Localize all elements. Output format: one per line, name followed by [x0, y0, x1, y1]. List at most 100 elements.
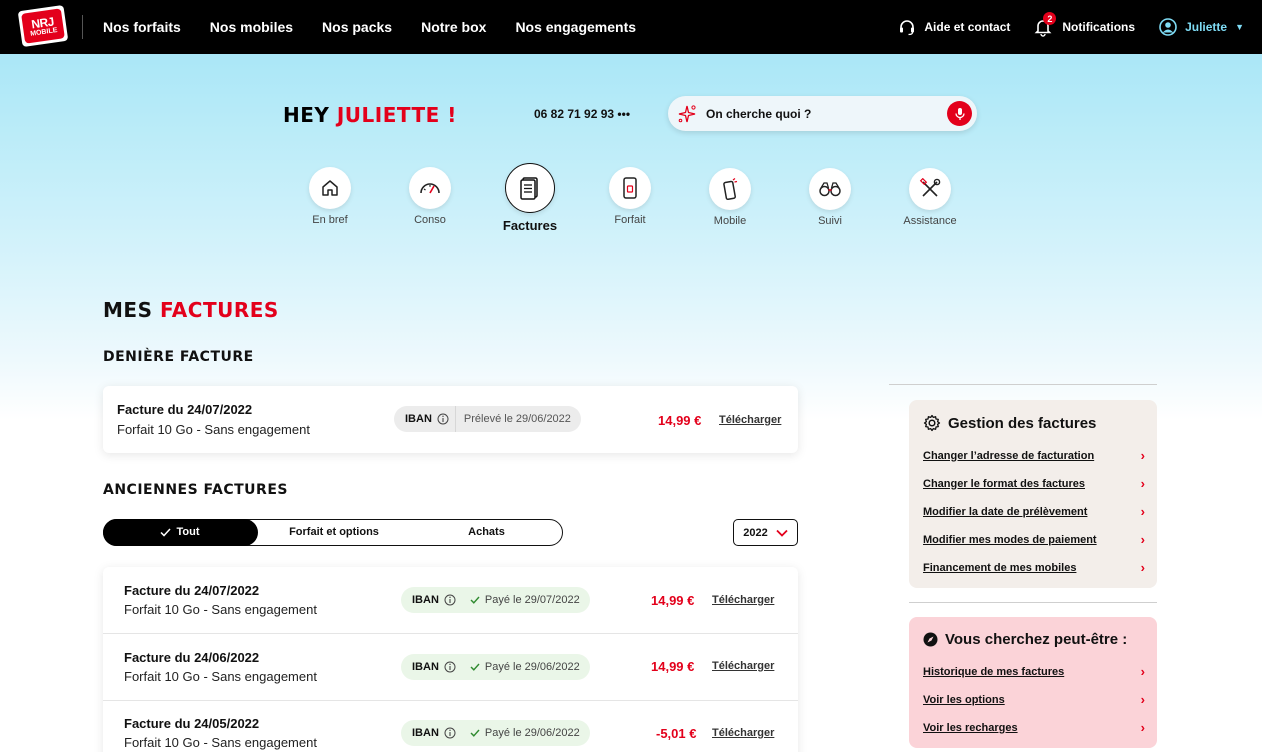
invoice-subtitle: Forfait 10 Go - Sans engagement — [124, 735, 317, 750]
nav-link-packs[interactable]: Nos packs — [322, 19, 392, 35]
gauge-icon — [420, 183, 440, 194]
phone-number: 06 82 71 92 93 — [534, 107, 615, 121]
payment-method: IBAN — [412, 594, 439, 606]
mobile-icon — [723, 178, 738, 200]
search-input[interactable]: On cherche quoi ? — [706, 107, 811, 121]
main-nav-links: Nos forfaits Nos mobiles Nos packs Notre… — [103, 0, 636, 54]
notifications-button[interactable]: 2 Notifications — [1034, 12, 1135, 37]
nav-link-mobiles[interactable]: Nos mobiles — [210, 19, 293, 35]
microphone-icon — [954, 107, 965, 120]
link-mobile-financing[interactable]: Financement de mes mobiles › — [923, 560, 1145, 575]
download-link[interactable]: Télécharger — [712, 727, 774, 739]
row-divider — [103, 700, 798, 701]
filter-forfait-options[interactable]: Forfait et options — [259, 519, 409, 546]
payment-status: Payé le 29/07/2022 — [484, 594, 580, 606]
link-payment-methods[interactable]: Modifier mes modes de paiement › — [923, 532, 1145, 547]
link-change-debit-date[interactable]: Modifier la date de prélèvement › — [923, 504, 1145, 519]
check-icon — [470, 596, 480, 604]
tab-label: Mobile — [713, 215, 747, 227]
search-bar[interactable]: On cherche quoi ? — [668, 96, 977, 131]
link-invoice-history[interactable]: Historique de mes factures › — [923, 664, 1145, 679]
side-divider — [909, 602, 1157, 603]
tab-factures[interactable]: Factures — [490, 163, 570, 233]
invoice-title: Facture du 24/07/2022 — [124, 583, 260, 598]
check-icon — [160, 527, 172, 537]
nav-right: Aide et contact 2 Notifications Juliette… — [898, 0, 1244, 54]
tab-conso[interactable]: Conso — [390, 167, 470, 226]
tab-assistance[interactable]: Assistance — [890, 168, 970, 227]
invoice-amount: 14,99 € — [651, 593, 695, 608]
nav-link-forfaits[interactable]: Nos forfaits — [103, 19, 181, 35]
payment-status-pill: IBAN Payé le 29/07/2022 — [401, 587, 590, 613]
invoice-management-panel: Gestion des factures Changer l’adresse d… — [909, 400, 1157, 588]
help-contact-link[interactable]: Aide et contact — [898, 18, 1010, 36]
tab-label: Factures — [502, 218, 558, 233]
nav-divider — [82, 15, 83, 39]
invoice-title: Facture du 24/05/2022 — [124, 716, 260, 731]
compass-icon — [923, 632, 938, 647]
caret-down-icon: ▼ — [1235, 22, 1244, 32]
info-icon[interactable] — [444, 727, 456, 739]
tab-label: En bref — [312, 214, 348, 226]
tab-label: Forfait — [614, 214, 646, 226]
payment-status-pill: IBAN Prélevé le 29/06/2022 — [394, 406, 581, 432]
panel-title: Gestion des factures — [923, 414, 1096, 432]
chevron-right-icon: › — [1140, 448, 1145, 463]
old-invoices-title: ANCIENNES FACTURES — [103, 482, 288, 498]
payment-status: Payé le 29/06/2022 — [484, 727, 580, 739]
row-divider — [103, 633, 798, 634]
chevron-right-icon: › — [1140, 532, 1145, 547]
invoice-filter-toggle: Tout Forfait et options Achats — [102, 518, 564, 546]
invoice-amount: 14,99 € — [651, 659, 695, 674]
side-divider — [889, 384, 1157, 385]
tab-forfait[interactable]: Forfait — [590, 167, 670, 226]
invoice-title: Facture du 24/07/2022 — [117, 402, 253, 417]
nav-link-box[interactable]: Notre box — [421, 19, 486, 35]
info-icon[interactable] — [444, 594, 456, 606]
panel-title: Vous cherchez peut-être : — [923, 631, 1127, 648]
tab-label: Assistance — [903, 215, 957, 227]
link-view-recharges[interactable]: Voir les recharges › — [923, 720, 1145, 735]
info-icon[interactable] — [444, 661, 456, 673]
link-change-invoice-format[interactable]: Changer le format des factures › — [923, 476, 1145, 491]
top-nav: NRJ MOBILE Nos forfaits Nos mobiles Nos … — [0, 0, 1262, 54]
user-name: Juliette — [1185, 20, 1228, 34]
download-link[interactable]: Télécharger — [712, 660, 774, 672]
phone-line-selector[interactable]: 06 82 71 92 93 ••• — [534, 107, 630, 121]
payment-status: Payé le 29/06/2022 — [484, 661, 580, 673]
info-icon[interactable] — [437, 413, 449, 425]
greeting-name: JULIETTE ! — [336, 103, 457, 127]
payment-method: IBAN — [412, 661, 439, 673]
filter-all[interactable]: Tout — [102, 518, 258, 546]
link-change-billing-address[interactable]: Changer l’adresse de facturation › — [923, 448, 1145, 463]
tab-en-bref[interactable]: En bref — [290, 167, 370, 226]
check-icon — [470, 729, 480, 737]
help-contact-label: Aide et contact — [924, 20, 1011, 34]
user-menu[interactable]: Juliette ▼ — [1159, 18, 1244, 36]
voice-search-button[interactable] — [947, 101, 972, 126]
chevron-right-icon: › — [1140, 692, 1145, 707]
year-select[interactable]: 2022 — [733, 519, 798, 546]
user-avatar-icon — [1159, 18, 1177, 36]
old-invoices-list: Facture du 24/07/2022 Forfait 10 Go - Sa… — [103, 567, 798, 752]
invoice-amount: -5,01 € — [656, 726, 697, 741]
chevron-right-icon: › — [1140, 664, 1145, 679]
gear-icon — [923, 414, 941, 432]
payment-status-pill: IBAN Payé le 29/06/2022 — [401, 654, 590, 680]
greeting-title: HEY JULIETTE ! — [283, 103, 457, 127]
check-icon — [470, 663, 480, 671]
nav-link-engagements[interactable]: Nos engagements — [515, 19, 636, 35]
invoice-subtitle: Forfait 10 Go - Sans engagement — [124, 602, 317, 617]
chevron-down-icon — [776, 529, 788, 537]
tab-suivi[interactable]: Suivi — [790, 168, 870, 227]
headset-icon — [900, 20, 915, 36]
suggestions-panel: Vous cherchez peut-être : Historique de … — [909, 617, 1157, 748]
download-link[interactable]: Télécharger — [712, 594, 774, 606]
link-view-options[interactable]: Voir les options › — [923, 692, 1145, 707]
filter-achats[interactable]: Achats — [409, 519, 564, 546]
download-link[interactable]: Télécharger — [719, 414, 781, 426]
payment-status-pill: IBAN Payé le 29/06/2022 — [401, 720, 590, 746]
nrj-mobile-logo[interactable]: NRJ MOBILE — [15, 2, 71, 50]
tab-mobile[interactable]: Mobile — [690, 168, 770, 227]
chevron-right-icon: › — [1140, 504, 1145, 519]
